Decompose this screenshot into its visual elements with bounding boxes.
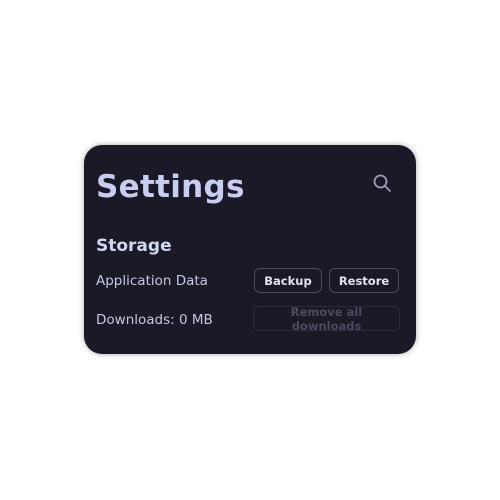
page-title: Settings (96, 169, 245, 205)
downloads-label: Downloads: 0 MB (96, 312, 213, 328)
search-icon[interactable] (372, 173, 392, 193)
settings-panel: Settings Storage Application Data Backup… (84, 145, 416, 354)
remove-all-downloads-button[interactable]: Remove all downloads (253, 305, 400, 333)
application-data-label: Application Data (96, 273, 208, 289)
restore-button[interactable]: Restore (329, 268, 399, 293)
storage-heading: Storage (96, 236, 172, 256)
backup-button[interactable]: Backup (254, 268, 322, 293)
